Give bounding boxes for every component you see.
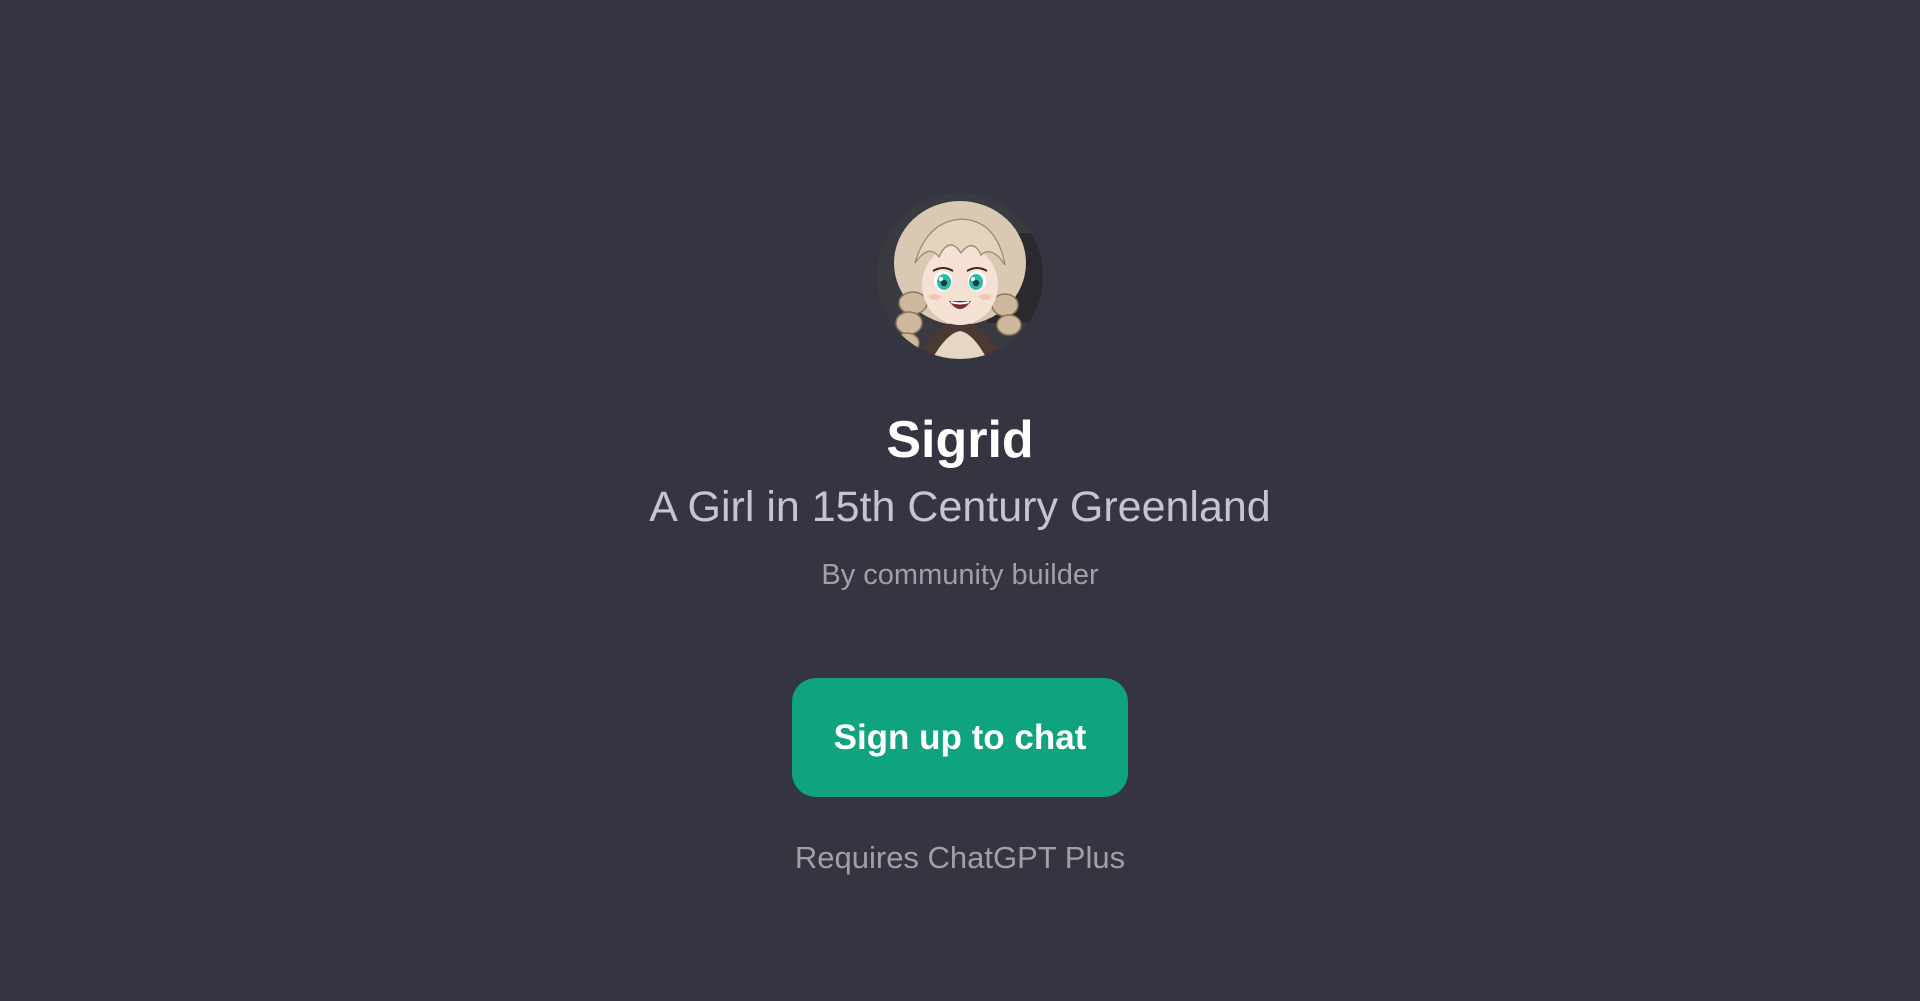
plus-requirement-note: Requires ChatGPT Plus [794,840,1126,875]
gpt-title: Sigrid [886,411,1034,469]
gpt-avatar [877,193,1043,359]
sign-up-to-chat-button[interactable]: Sign up to chat [792,678,1128,797]
gpt-description: A Girl in 15th Century Greenland [649,483,1271,531]
gpt-author: By community builder [821,559,1099,591]
anime-girl-portrait-icon [877,193,1043,359]
gpt-landing-page: Sigrid A Girl in 15th Century Greenland … [0,0,1920,1001]
